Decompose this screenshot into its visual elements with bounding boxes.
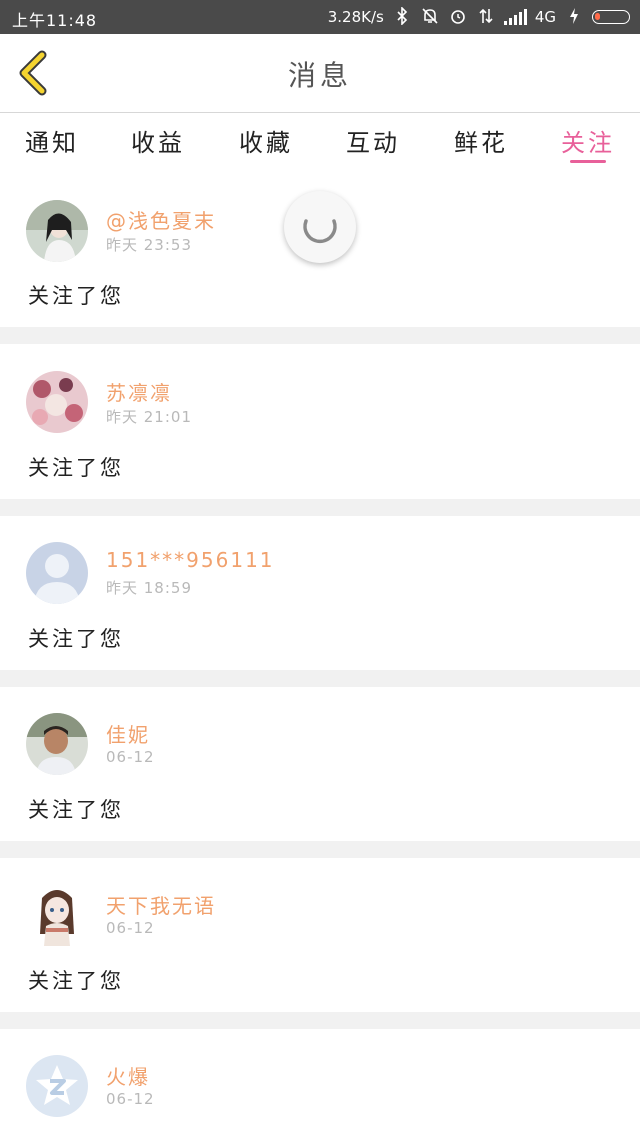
action-text: 关注了您 (28, 284, 124, 308)
bluetooth-icon (392, 6, 412, 27)
action-text: 关注了您 (28, 798, 124, 822)
list-item[interactable]: 佳妮 06-12 关注了您 (0, 687, 640, 842)
tab-notifications[interactable]: 通知 (7, 123, 97, 158)
list-item[interactable]: 苏凛凛 昨天 21:01 关注了您 (0, 344, 640, 499)
avatar[interactable] (26, 884, 88, 946)
net-speed: 3.28K/s (327, 8, 384, 26)
timestamp: 昨天 23:53 (106, 236, 192, 254)
divider (0, 1012, 640, 1029)
tab-favorites[interactable]: 收藏 (221, 123, 311, 158)
username[interactable]: 151***956111 (106, 548, 275, 572)
avatar[interactable] (26, 1055, 88, 1117)
charging-icon (564, 7, 584, 27)
action-text: 关注了您 (28, 627, 124, 651)
list-item[interactable]: 火爆 06-12 (0, 1029, 640, 1138)
username[interactable]: 苏凛凛 (106, 377, 172, 406)
timestamp: 06-12 (106, 1090, 155, 1108)
battery-icon (592, 10, 630, 24)
tab-follows[interactable]: 关注 (543, 123, 633, 158)
avatar[interactable] (26, 542, 88, 604)
divider (0, 327, 640, 344)
username[interactable]: 佳妮 (106, 719, 150, 748)
tab-flowers[interactable]: 鲜花 (436, 123, 526, 158)
status-time: 上午11:48 (12, 11, 98, 30)
list-item[interactable]: 151***956111 昨天 18:59 关注了您 (0, 516, 640, 671)
signal-icon (503, 9, 527, 25)
avatar[interactable] (26, 200, 88, 262)
alarm-icon (448, 7, 468, 27)
mute-bell-icon (420, 7, 440, 27)
tab-interactions[interactable]: 互动 (328, 123, 418, 158)
tab-bar: 通知 收益 收藏 互动 鲜花 关注 (0, 113, 640, 169)
timestamp: 06-12 (106, 748, 155, 766)
list-item[interactable]: 天下我无语 06-12 关注了您 (0, 858, 640, 1013)
divider (0, 670, 640, 687)
username[interactable]: @浅色夏末 (106, 205, 216, 234)
avatar[interactable] (26, 713, 88, 775)
divider (0, 499, 640, 516)
status-bar: 上午11:48 3.28K/s 4G (0, 0, 640, 34)
network-type: 4G (534, 8, 556, 26)
action-text: 关注了您 (28, 456, 124, 480)
active-tab-indicator (570, 160, 606, 163)
username[interactable]: 天下我无语 (106, 890, 216, 919)
divider (0, 841, 640, 858)
status-icons: 3.28K/s 4G (328, 5, 630, 29)
action-text: 关注了您 (28, 969, 124, 993)
loading-spinner (284, 191, 356, 263)
refresh-icon (303, 219, 337, 244)
data-transfer-icon (476, 7, 496, 27)
tab-earnings[interactable]: 收益 (113, 123, 203, 158)
timestamp: 06-12 (106, 919, 155, 937)
header-bar: 消息 (0, 34, 640, 113)
username[interactable]: 火爆 (106, 1061, 150, 1090)
page-title: 消息 (287, 59, 352, 92)
timestamp: 昨天 18:59 (106, 579, 192, 597)
avatar[interactable] (26, 371, 88, 433)
timestamp: 昨天 21:01 (106, 408, 192, 426)
